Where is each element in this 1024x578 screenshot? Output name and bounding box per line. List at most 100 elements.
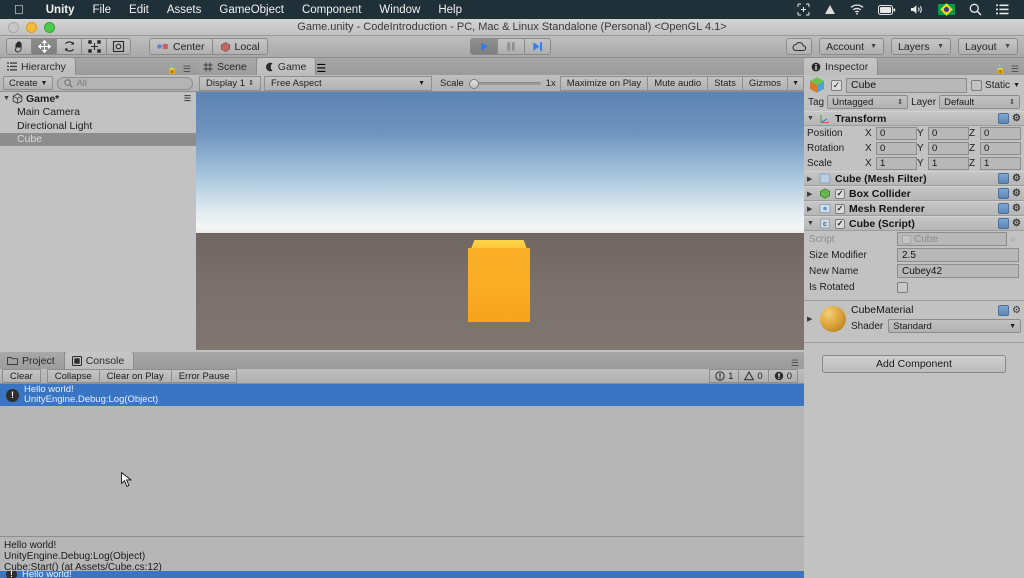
tag-dropdown[interactable]: Untagged ⇕ — [827, 95, 909, 109]
tab-inspector[interactable]: Inspector — [804, 58, 879, 75]
menu-item-gameobject[interactable]: GameObject — [210, 4, 293, 16]
scene-menu-icon[interactable]: ☰ — [184, 94, 196, 103]
lock-icon[interactable]: 🔒 — [995, 64, 1006, 75]
account-dropdown[interactable]: Account ▼ — [819, 38, 884, 55]
box-collider-enabled-checkbox[interactable]: ✓ — [835, 188, 845, 199]
tab-game[interactable]: Game — [256, 58, 317, 75]
gizmos-button[interactable]: Gizmos — [741, 75, 788, 91]
screenshot-icon[interactable] — [790, 3, 817, 16]
gear-icon[interactable]: ⚙ — [1012, 173, 1021, 184]
console-partial-entry[interactable]: ! Hello world! — [0, 571, 804, 578]
scale-slider-knob[interactable] — [468, 78, 479, 89]
scale-z-field[interactable]: 1 — [980, 157, 1021, 170]
menu-item-help[interactable]: Help — [429, 4, 471, 16]
scale-tool-icon[interactable] — [81, 38, 106, 55]
play-button[interactable] — [470, 38, 497, 55]
object-enabled-checkbox[interactable]: ✓ — [831, 79, 842, 91]
error-count[interactable]: 1 — [709, 369, 739, 383]
panel-menu-icon[interactable]: ☰ — [791, 358, 799, 369]
component-header-box-collider[interactable]: ▶ ✓ Box Collider ⚙ — [804, 186, 1024, 201]
maximize-on-play-button[interactable]: Maximize on Play — [559, 75, 648, 91]
console-log-entry[interactable]: ! Hello world! UnityEngine.Debug:Log(Obj… — [0, 384, 804, 406]
layers-dropdown[interactable]: Layers ▼ — [891, 38, 951, 55]
gear-icon[interactable]: ⚙ — [1012, 218, 1021, 229]
help-book-icon[interactable] — [998, 304, 1010, 316]
help-book-icon[interactable] — [998, 188, 1010, 199]
help-book-icon[interactable] — [998, 113, 1010, 124]
chevron-down-icon[interactable]: ▼ — [1013, 82, 1020, 89]
layout-dropdown[interactable]: Layout ▼ — [958, 38, 1018, 55]
handle-mode-button[interactable]: Local — [211, 38, 268, 55]
battery-icon[interactable] — [871, 4, 903, 15]
clear-button[interactable]: Clear — [2, 369, 41, 383]
hand-tool-icon[interactable] — [6, 38, 31, 55]
search-icon[interactable] — [962, 3, 989, 16]
scale-x-field[interactable]: 1 — [876, 157, 917, 170]
position-y-field[interactable]: 0 — [928, 127, 969, 140]
new-name-field[interactable]: Cubey42 — [897, 264, 1019, 278]
help-book-icon[interactable] — [998, 218, 1010, 229]
chevron-down-icon[interactable]: ▼ — [807, 115, 815, 122]
component-header-cube-script[interactable]: ▼ c ✓ Cube (Script) ⚙ — [804, 216, 1024, 231]
drive-icon[interactable] — [817, 4, 843, 16]
component-header-transform[interactable]: ▼ Transform ⚙ — [804, 111, 1024, 126]
stats-button[interactable]: Stats — [707, 75, 742, 91]
panel-menu-icon[interactable]: ☰ — [1011, 64, 1019, 75]
hierarchy-scene-root[interactable]: ▼ Game* ☰ — [0, 92, 196, 106]
display-dropdown[interactable]: Display 1 ⇕ — [199, 75, 261, 91]
help-book-icon[interactable] — [998, 173, 1010, 184]
layer-dropdown[interactable]: Default ⇕ — [939, 95, 1021, 109]
chevron-right-icon[interactable]: ▶ — [807, 315, 815, 323]
gear-icon[interactable]: ⚙ — [1012, 305, 1021, 316]
hierarchy-search-input[interactable]: All — [57, 76, 193, 90]
gear-icon[interactable]: ⚙ — [1012, 113, 1021, 124]
menu-item-component[interactable]: Component — [293, 4, 370, 16]
scale-slider[interactable] — [468, 78, 541, 89]
chevron-right-icon[interactable]: ▶ — [807, 205, 815, 213]
object-picker-icon[interactable]: ○ — [1007, 234, 1019, 244]
game-render-area[interactable] — [196, 92, 804, 350]
mute-audio-button[interactable]: Mute audio — [647, 75, 708, 91]
menu-item-file[interactable]: File — [84, 4, 121, 16]
component-header-mesh-filter[interactable]: ▶ Cube (Mesh Filter) ⚙ — [804, 171, 1024, 186]
rotation-y-field[interactable]: 0 — [928, 142, 969, 155]
menu-item-assets[interactable]: Assets — [158, 4, 211, 16]
step-button[interactable] — [524, 38, 551, 55]
info-count[interactable]: 0 — [767, 369, 798, 383]
tab-console[interactable]: Console — [64, 352, 135, 369]
add-component-button[interactable]: Add Component — [822, 355, 1006, 373]
help-book-icon[interactable] — [998, 203, 1010, 214]
clear-on-play-button[interactable]: Clear on Play — [98, 369, 171, 383]
error-pause-button[interactable]: Error Pause — [170, 369, 238, 383]
chevron-down-icon[interactable]: ▼ — [3, 95, 12, 102]
gear-icon[interactable]: ⚙ — [1012, 188, 1021, 199]
gear-icon[interactable]: ⚙ — [1012, 203, 1021, 214]
chevron-down-icon[interactable]: ▼ — [807, 220, 815, 227]
collapse-button[interactable]: Collapse — [46, 369, 99, 383]
is-rotated-checkbox[interactable] — [897, 281, 908, 293]
warning-count[interactable]: 0 — [738, 369, 768, 383]
chevron-right-icon[interactable]: ▶ — [807, 190, 815, 198]
chevron-right-icon[interactable]: ▶ — [807, 175, 815, 183]
scale-y-field[interactable]: 1 — [928, 157, 969, 170]
menu-item-edit[interactable]: Edit — [120, 4, 158, 16]
volume-icon[interactable] — [903, 4, 931, 15]
rect-tool-icon[interactable] — [106, 38, 131, 55]
create-button[interactable]: Create ▼ — [3, 76, 54, 90]
tab-hierarchy[interactable]: Hierarchy — [0, 58, 76, 75]
tab-scene[interactable]: Scene — [196, 58, 257, 75]
apple-logo-icon[interactable]:  — [0, 3, 37, 16]
shader-dropdown[interactable]: Standard ▼ — [888, 319, 1021, 333]
pause-button[interactable] — [497, 38, 524, 55]
panel-menu-icon[interactable]: ☰ — [316, 63, 326, 75]
mesh-renderer-enabled-checkbox[interactable]: ✓ — [835, 203, 845, 214]
console-log-list[interactable] — [0, 406, 804, 536]
position-x-field[interactable]: 0 — [876, 127, 917, 140]
rotation-z-field[interactable]: 0 — [980, 142, 1021, 155]
pivot-mode-button[interactable]: Center — [149, 38, 212, 55]
hierarchy-item-directional-light[interactable]: Directional Light — [0, 119, 196, 133]
move-tool-icon[interactable] — [31, 38, 56, 55]
rotation-x-field[interactable]: 0 — [876, 142, 917, 155]
static-checkbox[interactable] — [971, 79, 983, 91]
lock-icon[interactable]: 🔒 — [167, 64, 178, 75]
